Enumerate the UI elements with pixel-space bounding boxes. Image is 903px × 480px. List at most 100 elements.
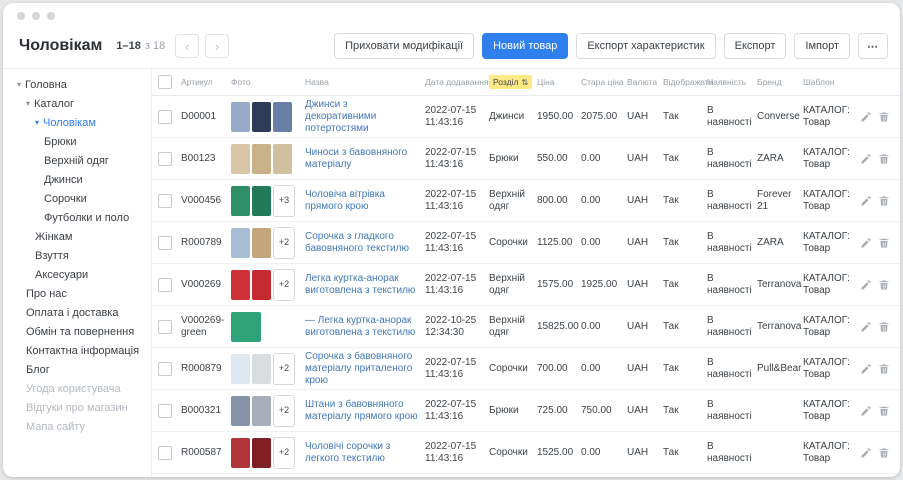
column-header-currency[interactable]: Валюта xyxy=(624,77,660,87)
product-photo[interactable] xyxy=(273,102,292,132)
product-name-link[interactable]: Чоловіча вітрівка прямого крою xyxy=(305,189,385,212)
window-control-icon[interactable] xyxy=(17,12,25,20)
window-control-icon[interactable] xyxy=(47,12,55,20)
export-button[interactable]: Експорт xyxy=(724,33,787,59)
sidebar-item[interactable]: Джинси xyxy=(3,170,151,189)
column-header-price[interactable]: Ціна xyxy=(534,77,578,87)
next-page-button[interactable]: › xyxy=(205,34,229,58)
delete-trash-icon[interactable] xyxy=(878,111,890,123)
product-photo[interactable] xyxy=(252,396,271,426)
sidebar-item[interactable]: Футболки и поло xyxy=(3,208,151,227)
sidebar-item[interactable]: Про нас xyxy=(3,284,151,303)
product-photo[interactable] xyxy=(252,270,271,300)
product-photo[interactable] xyxy=(252,102,271,132)
product-photo[interactable] xyxy=(231,186,250,216)
delete-trash-icon[interactable] xyxy=(878,363,890,375)
row-checkbox[interactable] xyxy=(158,362,172,376)
sidebar-item[interactable]: Сорочки xyxy=(3,189,151,208)
sidebar-item[interactable]: Аксесуари xyxy=(3,265,151,284)
product-photo[interactable] xyxy=(231,228,250,258)
product-photo[interactable] xyxy=(231,438,250,468)
product-photo[interactable] xyxy=(231,270,250,300)
row-checkbox[interactable] xyxy=(158,404,172,418)
select-all-checkbox[interactable] xyxy=(158,75,172,89)
column-header-article[interactable]: Артикул xyxy=(178,77,228,87)
product-name-link[interactable]: Джинси з декоративними потертостями xyxy=(305,99,376,134)
sidebar-item[interactable]: Жінкам xyxy=(3,227,151,246)
more-photos-badge[interactable]: +2 xyxy=(273,227,295,259)
product-name-link[interactable]: Чиноси з бавовняного матеріалу xyxy=(305,147,407,170)
sidebar-item[interactable]: Контактна інформація xyxy=(3,341,151,360)
more-photos-badge[interactable]: +2 xyxy=(273,269,295,301)
delete-trash-icon[interactable] xyxy=(878,237,890,249)
row-checkbox[interactable] xyxy=(158,320,172,334)
sidebar-item[interactable]: Мапа сайту xyxy=(3,417,151,436)
edit-pencil-icon[interactable] xyxy=(860,237,872,249)
import-button[interactable]: Імпорт xyxy=(794,33,850,59)
sidebar-item[interactable]: ▾Головна xyxy=(3,75,151,94)
prev-page-button[interactable]: ‹ xyxy=(175,34,199,58)
column-header-name[interactable]: Назва xyxy=(302,77,422,87)
product-photo[interactable] xyxy=(231,354,250,384)
edit-pencil-icon[interactable] xyxy=(860,447,872,459)
row-checkbox[interactable] xyxy=(158,152,172,166)
more-photos-badge[interactable]: +2 xyxy=(273,353,295,385)
product-photo[interactable] xyxy=(231,102,250,132)
edit-pencil-icon[interactable] xyxy=(860,195,872,207)
product-photo[interactable] xyxy=(252,438,271,468)
sidebar-item[interactable]: Взуття xyxy=(3,246,151,265)
window-control-icon[interactable] xyxy=(32,12,40,20)
hide-modifications-button[interactable]: Приховати модифікації xyxy=(334,33,474,59)
row-checkbox[interactable] xyxy=(158,194,172,208)
product-name-link[interactable]: Легка куртка-анорак виготовлена з тексти… xyxy=(305,273,415,296)
export-characteristics-button[interactable]: Експорт характеристик xyxy=(576,33,715,59)
more-photos-badge[interactable]: +2 xyxy=(273,437,295,469)
more-actions-button[interactable]: ⋯ xyxy=(858,33,888,59)
edit-pencil-icon[interactable] xyxy=(860,405,872,417)
column-header-old-price[interactable]: Стара ціна xyxy=(578,77,624,87)
sidebar-item[interactable]: Угода користувача xyxy=(3,379,151,398)
delete-trash-icon[interactable] xyxy=(878,279,890,291)
sidebar-item[interactable]: Блог xyxy=(3,360,151,379)
delete-trash-icon[interactable] xyxy=(878,153,890,165)
delete-trash-icon[interactable] xyxy=(878,195,890,207)
product-name-link[interactable]: Чоловічі сорочки з легкого текстилю xyxy=(305,441,390,464)
edit-pencil-icon[interactable] xyxy=(860,111,872,123)
product-photo[interactable] xyxy=(231,396,250,426)
delete-trash-icon[interactable] xyxy=(878,405,890,417)
delete-trash-icon[interactable] xyxy=(878,321,890,333)
column-header-template[interactable]: Шаблон xyxy=(800,77,858,87)
sidebar-item[interactable]: Відгуки про магазин xyxy=(3,398,151,417)
column-header-brand[interactable]: Бренд xyxy=(754,77,800,87)
edit-pencil-icon[interactable] xyxy=(860,279,872,291)
sidebar-item[interactable]: Оплата і доставка xyxy=(3,303,151,322)
row-checkbox[interactable] xyxy=(158,446,172,460)
product-photo[interactable] xyxy=(252,354,271,384)
product-photo[interactable] xyxy=(252,144,271,174)
product-photo[interactable] xyxy=(231,144,250,174)
row-checkbox[interactable] xyxy=(158,278,172,292)
row-checkbox[interactable] xyxy=(158,110,172,124)
edit-pencil-icon[interactable] xyxy=(860,153,872,165)
sidebar-item[interactable]: ▾Каталог xyxy=(3,94,151,113)
sidebar-item[interactable]: Верхній одяг xyxy=(3,151,151,170)
product-name-link[interactable]: Штани з бавовняного матеріалу прямого кр… xyxy=(305,399,418,422)
product-photo[interactable] xyxy=(252,228,271,258)
column-header-date-added[interactable]: Дата додавання xyxy=(422,77,486,87)
product-name-link[interactable]: Сорочка з гладкого бавовняного текстилю xyxy=(305,231,409,254)
sidebar-item[interactable]: Обмін та повернення xyxy=(3,322,151,341)
column-header-availability[interactable]: Наявність xyxy=(704,77,754,87)
sidebar-item[interactable]: Брюки xyxy=(3,132,151,151)
delete-trash-icon[interactable] xyxy=(878,447,890,459)
edit-pencil-icon[interactable] xyxy=(860,321,872,333)
product-name-link[interactable]: Сорочка з бавовняного матеріалу притален… xyxy=(305,351,412,386)
sidebar-item[interactable]: ▾Чоловікам xyxy=(3,113,151,132)
column-header-display[interactable]: Відображати xyxy=(660,77,704,87)
sorted-column-highlight[interactable]: Розділ ⇅ xyxy=(489,75,532,89)
product-name-link[interactable]: — Легка куртка-анорак виготовлена з текс… xyxy=(305,315,415,338)
more-photos-badge[interactable]: +3 xyxy=(273,185,295,217)
new-product-button[interactable]: Новий товар xyxy=(482,33,568,59)
row-checkbox[interactable] xyxy=(158,236,172,250)
column-header-section[interactable]: Розділ ⇅ xyxy=(486,75,534,89)
more-photos-badge[interactable]: +2 xyxy=(273,395,295,427)
